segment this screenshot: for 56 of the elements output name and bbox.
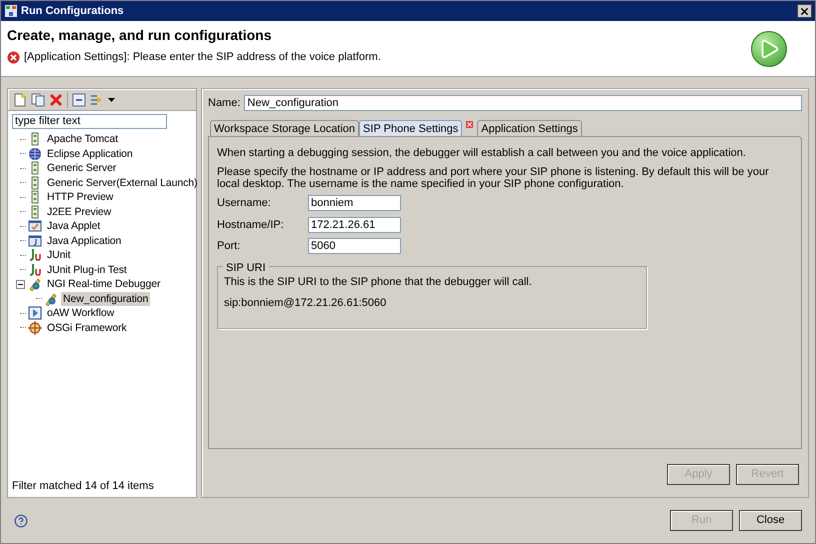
tree-item[interactable]: Java Applet xyxy=(45,219,102,234)
applet-window-icon xyxy=(28,219,42,234)
filter-field[interactable]: type filter text xyxy=(12,114,167,129)
text-field[interactable]: 172.21.26.61 xyxy=(308,216,401,233)
tree-item[interactable]: JUnit Plug-in Test xyxy=(45,262,129,277)
tree-item[interactable]: Generic Server(External Launch) xyxy=(45,176,200,190)
header-title: Create, manage, and run configurations xyxy=(7,27,272,43)
crosshair-gear-icon xyxy=(28,320,42,335)
filter-status: Filter matched 14 of 14 items xyxy=(12,478,155,494)
tab[interactable]: Application Settings xyxy=(477,120,582,136)
help-text: Please specify the hostname or IP address and port where your SIP phone is listening. By default this will be your local desktop. The username is the name specified in your SIP phone configuration. xyxy=(217,166,770,190)
tree-item[interactable]: HTTP Preview xyxy=(45,190,116,204)
dropdown-arrow-icon[interactable] xyxy=(108,98,115,102)
tree-item[interactable]: NGI Real-time Debugger xyxy=(45,277,162,292)
tab[interactable]: Workspace Storage Location xyxy=(210,120,360,136)
collapse-all-icon[interactable] xyxy=(72,92,86,106)
workflow-icon xyxy=(28,306,42,320)
sip-uri-value: sip:bonniem@172.21.26.61:5060 xyxy=(224,296,388,311)
copy-icon[interactable] xyxy=(31,92,45,106)
tree-item[interactable]: Java Application xyxy=(45,234,124,248)
close-button[interactable] xyxy=(797,4,812,18)
intro-text: When starting a debugging session, the debugger will establish a call between you and the voice application. xyxy=(217,146,747,160)
tree-item[interactable]: oAW Workflow xyxy=(45,306,116,320)
name-field[interactable]: New_configuration xyxy=(244,95,802,112)
push-button[interactable]: Close xyxy=(739,510,802,531)
field-label: Port: xyxy=(217,239,242,254)
collapse-toggle[interactable] xyxy=(16,280,24,289)
tree-item[interactable]: Eclipse Application xyxy=(45,146,135,161)
error-icon xyxy=(7,50,20,64)
field-label: Username: xyxy=(217,196,272,211)
run-icon xyxy=(751,31,787,67)
junit-icon xyxy=(28,262,42,277)
description-text: This is the SIP URI to the SIP phone that the debugger will call. xyxy=(224,274,533,290)
tree-item[interactable]: Generic Server xyxy=(45,161,118,176)
new-file-icon[interactable] xyxy=(13,92,27,106)
globe-icon xyxy=(28,146,42,161)
tab[interactable]: SIP Phone Settings xyxy=(359,120,462,136)
text-field[interactable]: bonniem xyxy=(308,195,401,212)
error-message: [Application Settings]: Please enter the SIP address of the voice platform. xyxy=(24,50,381,65)
debugger-icon xyxy=(44,292,58,306)
app-icon xyxy=(4,4,18,18)
tree-item[interactable]: J2EE Preview xyxy=(45,204,114,219)
text-field[interactable]: 5060 xyxy=(308,238,401,254)
application-window-icon xyxy=(28,234,42,248)
window-title: Run Configurations xyxy=(21,4,124,19)
delete-icon[interactable] xyxy=(49,92,63,106)
field-label: Hostname/IP: xyxy=(217,218,285,232)
name-label: Name: xyxy=(208,96,240,111)
tree-item[interactable]: Apache Tomcat xyxy=(45,132,120,146)
tree-item[interactable]: New_configuration xyxy=(61,292,150,306)
close-icon xyxy=(799,6,810,16)
tree-item[interactable]: OSGi Framework xyxy=(45,320,129,335)
debugger-icon xyxy=(28,277,42,292)
help-icon[interactable] xyxy=(14,514,28,528)
tree-item[interactable]: JUnit xyxy=(45,248,72,262)
junit-icon xyxy=(28,248,42,262)
